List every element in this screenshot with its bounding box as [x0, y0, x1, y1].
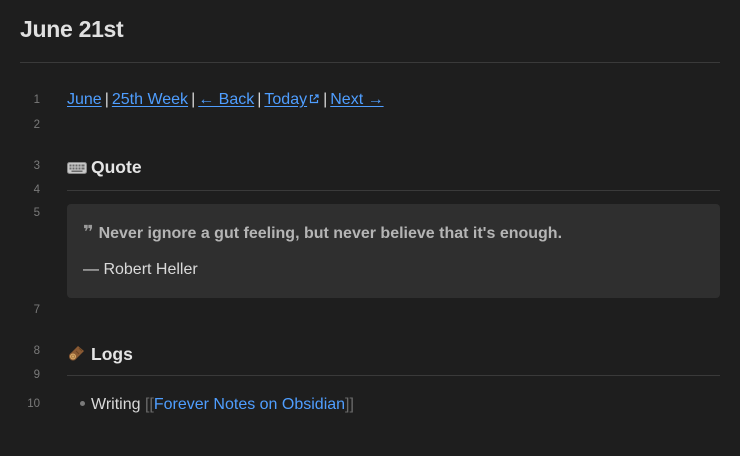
- heading-divider: [67, 190, 720, 191]
- nav-bar: June | 25th Week | ← Back | Today | Next →: [67, 91, 384, 109]
- line-number: 4: [33, 184, 40, 196]
- nav-week-link[interactable]: 25th Week: [112, 91, 188, 108]
- note-title[interactable]: June 21st: [20, 16, 124, 43]
- line-number: 7: [33, 304, 40, 316]
- quote-heading-label: Quote: [91, 157, 142, 177]
- line-number: 8: [33, 345, 40, 357]
- nav-separator: |: [104, 91, 109, 108]
- bullet-icon: [80, 401, 85, 406]
- quote-heading[interactable]: Quote: [67, 157, 142, 178]
- nav-separator: |: [191, 91, 196, 108]
- nav-separator: |: [323, 91, 328, 108]
- wood-log-icon: [69, 346, 84, 361]
- line-number: 2: [33, 119, 40, 131]
- quote-text: Never ignore a gut feeling, but never be…: [98, 225, 563, 242]
- quote-text-line: ❞ Never ignore a gut feeling, but never b…: [83, 222, 562, 243]
- logs-heading-label: Logs: [91, 344, 133, 364]
- quote-callout[interactable]: ❞ Never ignore a gut feeling, but never b…: [67, 204, 720, 298]
- nav-separator: |: [257, 91, 262, 108]
- list-item[interactable]: Writing [[Forever Notes on Obsidian]]: [67, 396, 354, 414]
- title-divider: [20, 62, 720, 63]
- wikilink[interactable]: Forever Notes on Obsidian: [154, 396, 345, 413]
- quote-author: — Robert Heller: [83, 261, 198, 278]
- line-number: 10: [27, 398, 40, 410]
- line-number: 9: [33, 369, 40, 381]
- external-link-icon: [309, 94, 319, 104]
- keyboard-icon: [67, 162, 87, 174]
- wikilink-open-bracket: [[: [144, 396, 154, 413]
- line-number: 3: [33, 160, 40, 172]
- nav-today-link[interactable]: Today: [264, 91, 320, 108]
- nav-next-link[interactable]: Next →: [330, 91, 383, 108]
- note-editor: June 21st 1 2 3 4 5 7 8 9 10 June | 25th W…: [0, 0, 740, 456]
- heading-divider: [67, 375, 720, 376]
- nav-month-link[interactable]: June: [67, 91, 102, 108]
- line-number: 5: [33, 207, 40, 219]
- nav-today-label: Today: [264, 91, 308, 108]
- nav-back-link[interactable]: ← Back: [198, 91, 254, 108]
- line-number: 1: [33, 94, 40, 106]
- logs-heading[interactable]: Logs: [67, 342, 133, 365]
- quote-mark-icon: ❞: [83, 222, 94, 242]
- wikilink-close-bracket: ]]: [345, 396, 354, 413]
- log-item-text: Writing: [91, 396, 141, 413]
